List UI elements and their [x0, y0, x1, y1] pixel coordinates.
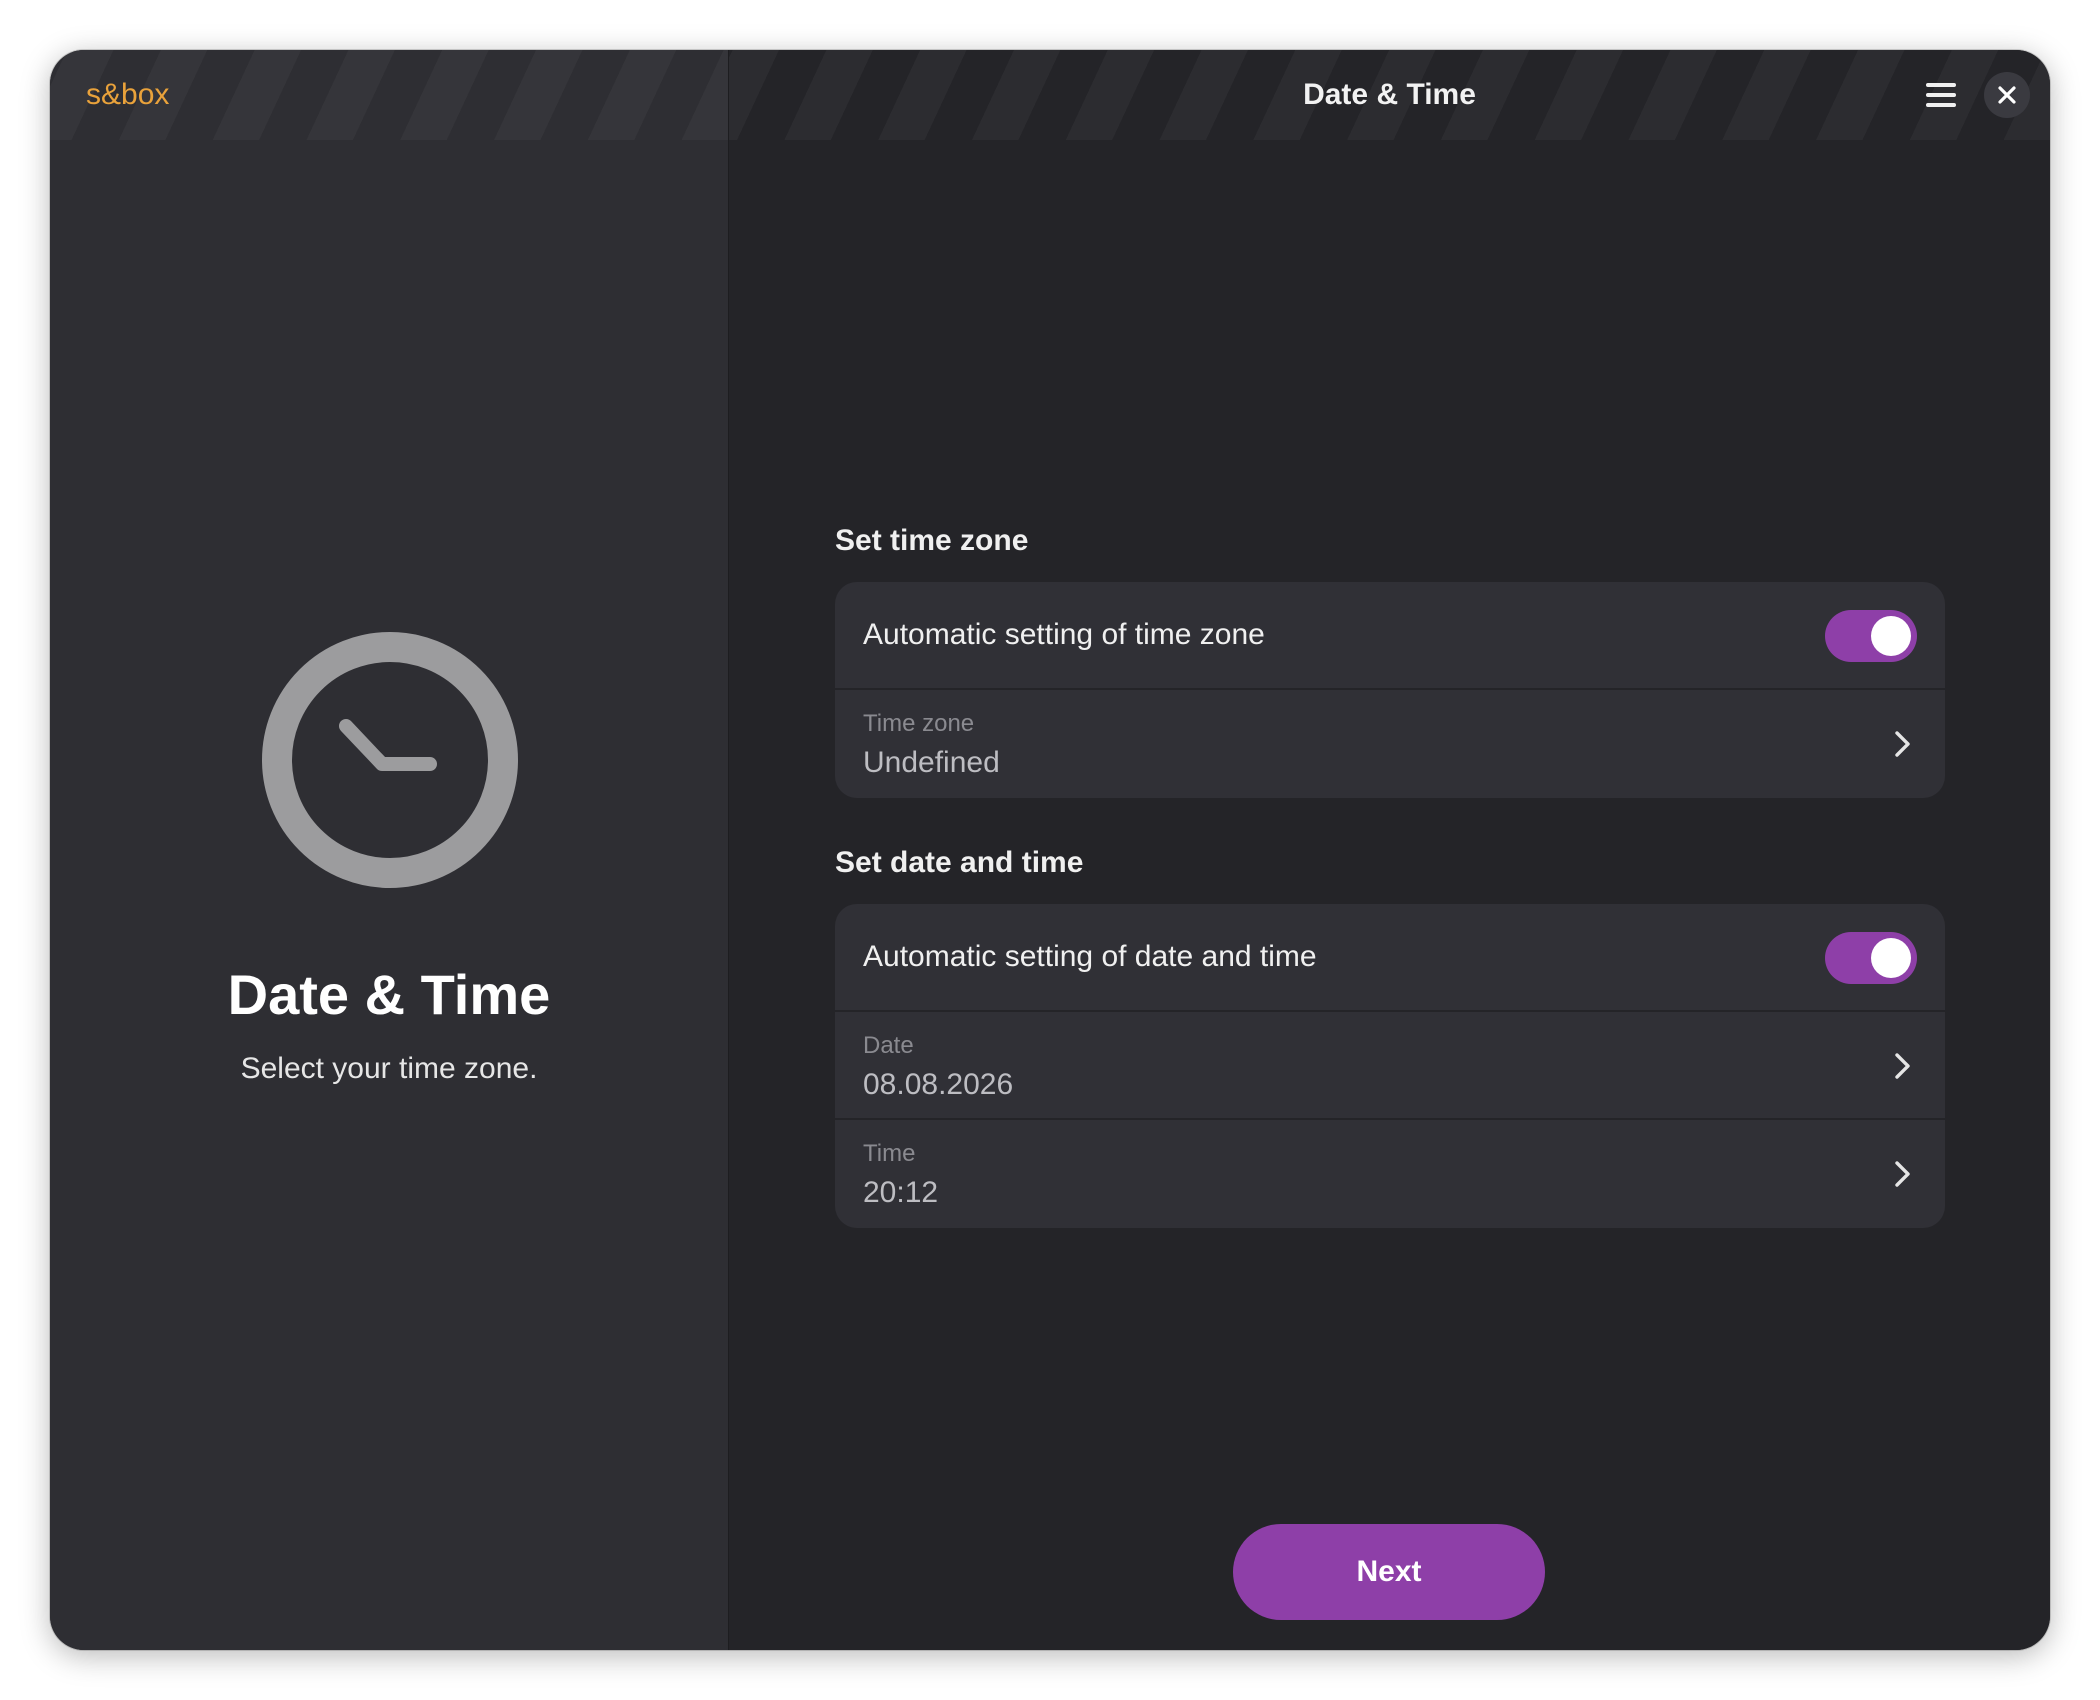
timezone-card: Automatic setting of time zone Time zone… [835, 582, 1945, 798]
timezone-label: Time zone [863, 710, 975, 737]
section-heading-timezone: Set time zone [835, 524, 1029, 557]
menu-icon-bar [1926, 93, 1956, 97]
menu-icon-bar [1926, 103, 1956, 107]
sidebar: s&box Date & Time Select your time zone. [50, 50, 729, 1650]
time-label: Time [863, 1140, 916, 1167]
main-panel: Date & Time Set time zone Automatic sett… [729, 50, 2050, 1650]
chevron-right-icon [1895, 731, 1910, 757]
time-value: 20:12 [863, 1176, 939, 1209]
timezone-row[interactable]: Time zone Undefined [835, 690, 1945, 798]
window-title: Date & Time [1303, 78, 1476, 111]
chevron-right-icon [1895, 1053, 1910, 1079]
auto-datetime-label: Automatic setting of date and time [863, 940, 1317, 973]
close-button[interactable] [1984, 72, 2030, 118]
close-icon [1998, 86, 2016, 104]
toggle-knob [1871, 938, 1911, 978]
auto-timezone-row: Automatic setting of time zone [835, 582, 1945, 690]
time-row[interactable]: Time 20:12 [835, 1120, 1945, 1228]
sidebar-subtitle: Select your time zone. [240, 1052, 538, 1085]
auto-timezone-toggle[interactable] [1825, 610, 1917, 662]
menu-icon-bar [1926, 83, 1956, 87]
sidebar-title: Date & Time [227, 963, 551, 1026]
next-button[interactable]: Next [1233, 1524, 1545, 1620]
chevron-right-icon [1895, 1161, 1910, 1187]
clock-icon [262, 632, 518, 888]
auto-datetime-toggle[interactable] [1825, 932, 1917, 984]
section-heading-datetime: Set date and time [835, 846, 1084, 879]
datetime-card: Automatic setting of date and time Date … [835, 904, 1945, 1228]
date-row[interactable]: Date 08.08.2026 [835, 1012, 1945, 1120]
date-value: 08.08.2026 [863, 1068, 1014, 1101]
menu-button[interactable] [1924, 80, 1958, 110]
timezone-value: Undefined [863, 746, 1000, 779]
date-label: Date [863, 1032, 914, 1059]
toggle-knob [1871, 616, 1911, 656]
auto-timezone-label: Automatic setting of time zone [863, 618, 1265, 651]
setup-window: s&box Date & Time Select your time zone.… [50, 50, 2050, 1650]
brand-logo: s&box [86, 78, 170, 111]
auto-datetime-row: Automatic setting of date and time [835, 904, 1945, 1012]
